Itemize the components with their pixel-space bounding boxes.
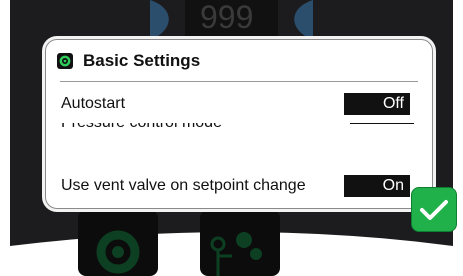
gear-icon: [57, 53, 73, 69]
vent-valve-label: Use vent valve on setpoint change: [61, 177, 306, 194]
counter-display: 999: [200, 0, 253, 35]
vent-valve-toggle[interactable]: On: [344, 175, 410, 197]
parameter-tree-tile-icon[interactable]: [200, 210, 280, 276]
setting-row-autostart: Autostart Off: [61, 93, 412, 115]
dialog-header: Basic Settings: [57, 52, 200, 70]
basic-settings-dialog: Basic Settings Autostart Off Pressure co…: [45, 39, 433, 209]
dialog-title: Basic Settings: [83, 51, 201, 70]
pressure-control-mode-label: Pressure control mode: [61, 123, 222, 132]
checkmark-icon: [420, 199, 448, 220]
autostart-toggle[interactable]: Off: [344, 93, 410, 115]
setting-row-pressure-control-mode: Pressure control mode: [61, 123, 414, 133]
confirm-button[interactable]: [411, 187, 457, 232]
pressure-control-mode-field[interactable]: [350, 123, 414, 124]
setting-row-vent-valve: Use vent valve on setpoint change On: [61, 175, 412, 197]
settings-tile-icon[interactable]: [78, 210, 158, 276]
header-divider: [60, 81, 418, 82]
autostart-label: Autostart: [61, 95, 126, 112]
